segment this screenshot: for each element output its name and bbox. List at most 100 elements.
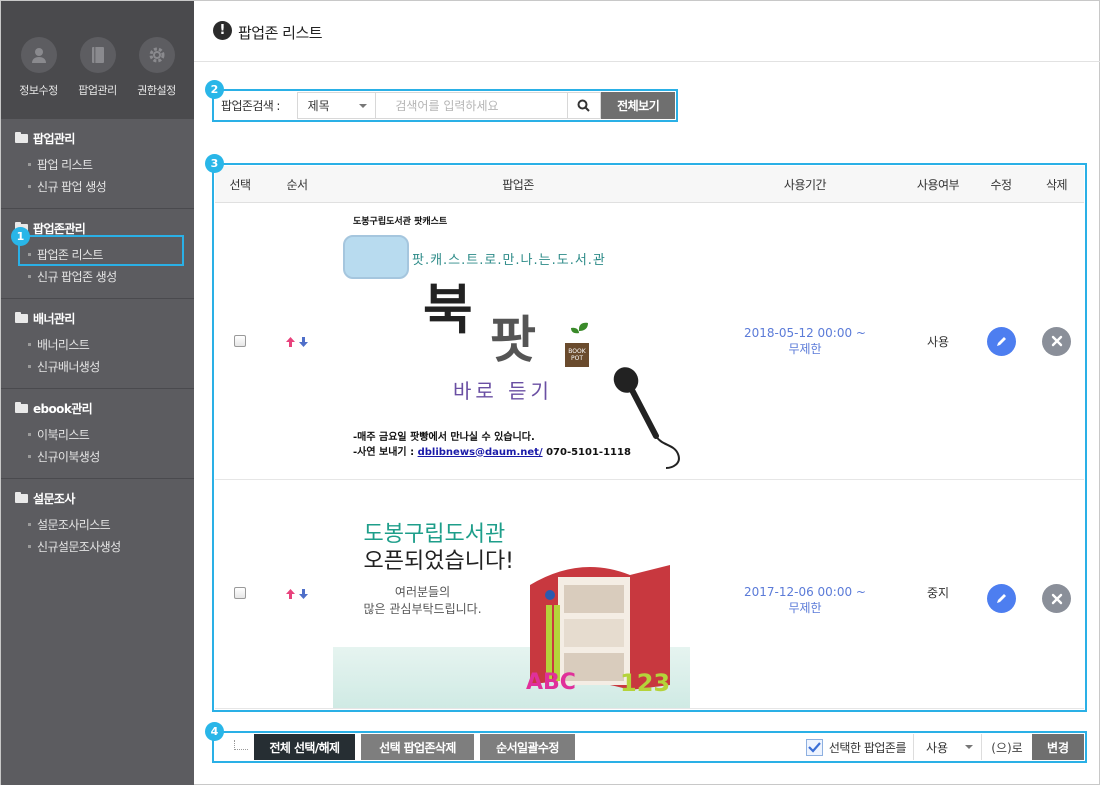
col-period: 사용기간 [783, 177, 827, 192]
close-icon [1051, 593, 1062, 604]
status-select-value: 사용 [926, 740, 949, 755]
delete-button[interactable] [1042, 326, 1071, 356]
search-field-value: 제목 [307, 99, 330, 113]
sidebar-item-popupzone-new[interactable]: 신규 팝업존 생성 [1, 265, 194, 287]
admin-page: 정보수정 팝업관리 권한설정 팝업관리 팝업 리스트 신규 팝업 생성 팝업존관… [0, 0, 1100, 785]
sidebar-item-ebook-list[interactable]: 이북리스트 [1, 423, 194, 445]
microphone-icon [613, 366, 680, 469]
popupzone-table: 선택 순서 팝업존 사용기간 사용여부 수정 삭제 도봉구립도서관 팟캐스트 팟 [215, 166, 1084, 709]
banner-big-text: 북 [423, 277, 473, 341]
table-row: 도봉구립도서관 팟캐스트 팟.캐.스.트.로.만.나.는.도.서.관 북 팟 B… [215, 203, 1084, 480]
sidebar-item-banner-list[interactable]: 배너리스트 [1, 333, 194, 355]
apply-label: 선택한 팝업존를 [828, 740, 907, 755]
step-badge-4: 4 [205, 722, 224, 741]
search-field-select[interactable]: 제목 [296, 92, 377, 119]
select-all-button[interactable]: 전체 선택/해제 [254, 734, 355, 760]
popup-manage-button[interactable]: 팝업관리 [70, 37, 126, 119]
pencil-icon [996, 594, 1006, 603]
step-badge-1: 1 [11, 227, 30, 246]
sidebar-item-popup-list[interactable]: 팝업 리스트 [1, 153, 194, 175]
sidebar-item-popup-new[interactable]: 신규 팝업 생성 [1, 175, 194, 197]
podcast-banner-image: 도봉구립도서관 팟캐스트 팟.캐.스.트.로.만.나.는.도.서.관 북 팟 B… [337, 203, 695, 479]
apply-checkbox[interactable] [805, 738, 823, 756]
search-bar: 팝업존검색 : 제목 전체보기 [215, 92, 675, 119]
use-status: 중지 [926, 586, 950, 600]
change-button[interactable]: 변경 [1032, 734, 1084, 760]
checkmark-icon [808, 741, 821, 753]
leaf-icon [571, 322, 588, 341]
menu-section-title[interactable]: ebook관리 [1, 399, 194, 417]
status-change-group: 선택한 팝업존를 사용 (으)로 변경 [805, 734, 1084, 760]
pencil-icon [996, 336, 1006, 346]
alert-icon: ! [213, 21, 232, 40]
table-row: 도봉구립도서관 오픈되었습니다! 여러분들의 많은 관심부탁드립니다. ABC 1… [215, 480, 1084, 709]
chevron-down-icon [359, 103, 368, 108]
col-zone: 팝업존 [502, 177, 534, 192]
page-title: 팝업존 리스트 [238, 24, 323, 42]
svg-text:123: 123 [620, 669, 670, 695]
sidebar-item-banner-new[interactable]: 신규배너생성 [1, 355, 194, 377]
svg-text:ABC: ABC [526, 670, 576, 695]
highlight-box-1 [18, 235, 184, 266]
close-icon [1051, 335, 1062, 347]
sidebar-item-ebook-new[interactable]: 신규이북생성 [1, 445, 194, 467]
search-button[interactable] [567, 92, 602, 119]
folder-icon [15, 491, 28, 503]
delete-button[interactable] [1042, 584, 1071, 613]
menu-section-title[interactable]: 설문조사 [1, 489, 194, 507]
tv-graphic [343, 234, 409, 279]
arrow-down-icon[interactable] [299, 589, 308, 599]
chevron-down-icon [965, 745, 973, 749]
row-checkbox[interactable] [234, 587, 246, 599]
pot-graphic: BOOK POT [565, 342, 589, 367]
col-use: 사용여부 [916, 177, 960, 192]
status-select[interactable]: 사용 [913, 734, 982, 760]
permission-button[interactable]: 권한설정 [129, 37, 185, 119]
menu-section-title[interactable]: 팝업관리 [1, 129, 194, 147]
col-order: 순서 [286, 177, 308, 192]
step-badge-3: 3 [205, 154, 224, 173]
search-input[interactable] [376, 92, 568, 119]
banner-subtitle: 오픈되었습니다! [363, 549, 515, 574]
folder-icon [15, 401, 28, 413]
delete-selected-button[interactable]: 선택 팝업존삭제 [361, 734, 474, 760]
tree-connector [234, 739, 248, 750]
order-arrows [286, 336, 308, 347]
banner-big-text: 팟 [490, 310, 536, 369]
folder-icon [15, 311, 28, 323]
banner-text: 여러분들의 많은 관심부탁드립니다. [363, 585, 482, 616]
edit-button[interactable] [986, 584, 1016, 613]
arrow-up-icon[interactable] [286, 589, 295, 599]
period-cell: 2017-12-06 00:00 ~ 무제한 [743, 585, 866, 615]
book-illustration: ABC 123 [526, 565, 670, 695]
use-status: 사용 [926, 334, 950, 349]
menu-section-popup: 팝업관리 팝업 리스트 신규 팝업 생성 [1, 119, 194, 209]
menu-section-survey: 설문조사 설문조사리스트 신규설문조사생성 [1, 479, 194, 568]
show-all-button[interactable]: 전체보기 [601, 92, 675, 119]
open-banner-image: 도봉구립도서관 오픈되었습니다! 여러분들의 많은 관심부탁드립니다. ABC 1… [332, 480, 690, 708]
search-label: 팝업존검색 : [221, 99, 280, 113]
bulk-order-button[interactable]: 순서일괄수정 [480, 734, 575, 760]
banner-line: -매주 금요일 팟빵에서 만나실 수 있습니다. [353, 431, 535, 443]
folder-icon [15, 131, 28, 143]
banner-sub: 바로 듣기 [453, 378, 553, 403]
user-icon [20, 37, 57, 73]
gear-icon [138, 37, 175, 73]
arrow-down-icon[interactable] [299, 336, 308, 347]
arrow-up-icon[interactable] [286, 336, 295, 347]
quick-label: 팝업관리 [78, 84, 117, 97]
profile-edit-button[interactable]: 정보수정 [11, 37, 67, 119]
book-icon [79, 37, 116, 73]
edit-button[interactable] [986, 326, 1016, 356]
menu-section-title[interactable]: 배너관리 [1, 309, 194, 327]
quick-menu: 정보수정 팝업관리 권한설정 [1, 1, 194, 119]
order-arrows [286, 589, 308, 599]
bulk-actions-bar: 전체 선택/해제 선택 팝업존삭제 순서일괄수정 선택한 팝업존를 사용 (으)… [215, 734, 1084, 760]
menu-section-banner: 배너관리 배너리스트 신규배너생성 [1, 299, 194, 389]
sidebar-item-survey-list[interactable]: 설문조사리스트 [1, 513, 194, 535]
col-select: 선택 [229, 177, 251, 192]
menu-section-ebook: ebook관리 이북리스트 신규이북생성 [1, 389, 194, 479]
sidebar-item-survey-new[interactable]: 신규설문조사생성 [1, 535, 194, 557]
row-checkbox[interactable] [234, 334, 246, 347]
step-badge-2: 2 [205, 80, 224, 99]
